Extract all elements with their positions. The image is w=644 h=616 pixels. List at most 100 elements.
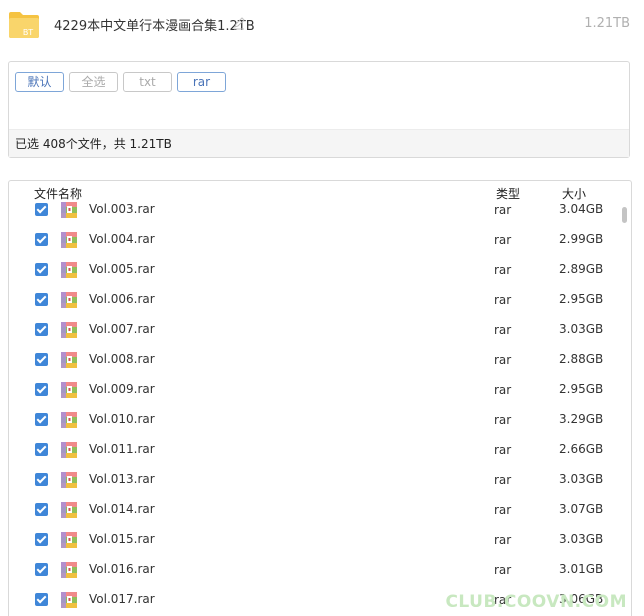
file-size: 3.01GB bbox=[559, 562, 604, 576]
rar-file-icon bbox=[61, 502, 77, 518]
rar-file-icon bbox=[61, 232, 77, 248]
file-type: rar bbox=[494, 443, 512, 457]
file-size: 3.03GB bbox=[559, 532, 604, 546]
file-name: Vol.013.rar bbox=[89, 472, 155, 486]
rar-file-icon bbox=[61, 262, 77, 278]
scrollbar-thumb[interactable] bbox=[622, 207, 627, 223]
file-name: Vol.007.rar bbox=[89, 322, 155, 336]
total-size: 1.21TB bbox=[584, 16, 630, 31]
file-type: rar bbox=[494, 413, 512, 427]
file-type: rar bbox=[494, 473, 512, 487]
file-row[interactable]: Vol.004.rar rar 2.99GB bbox=[9, 225, 631, 255]
file-name: Vol.005.rar bbox=[89, 262, 155, 276]
torrent-header: BT 4229本中文单行本漫画合集1.2TB 1.21TB bbox=[0, 0, 644, 50]
rar-file-icon bbox=[61, 562, 77, 578]
rar-file-icon bbox=[61, 472, 77, 488]
file-checkbox[interactable] bbox=[35, 293, 48, 306]
file-checkbox[interactable] bbox=[35, 443, 48, 456]
file-name: Vol.015.rar bbox=[89, 532, 155, 546]
file-checkbox[interactable] bbox=[35, 233, 48, 246]
file-size: 2.95GB bbox=[559, 292, 604, 306]
rar-file-icon bbox=[61, 532, 77, 548]
file-type: rar bbox=[494, 383, 512, 397]
file-row[interactable]: Vol.011.rar rar 2.66GB bbox=[9, 435, 631, 465]
file-checkbox[interactable] bbox=[35, 203, 48, 216]
file-row[interactable]: Vol.005.rar rar 2.89GB bbox=[9, 255, 631, 285]
file-name: Vol.011.rar bbox=[89, 442, 155, 456]
file-checkbox[interactable] bbox=[35, 323, 48, 336]
file-type: rar bbox=[494, 263, 512, 277]
file-list-panel: Vol.003.rar rar 3.04GB Vol.004.rar rar 2.99GB… bbox=[8, 180, 632, 616]
file-name: Vol.017.rar bbox=[89, 592, 155, 606]
file-size: 3.03GB bbox=[559, 472, 604, 486]
file-checkbox[interactable] bbox=[35, 533, 48, 546]
file-size: 3.04GB bbox=[559, 202, 604, 216]
folder-badge-text: BT bbox=[23, 28, 33, 37]
selection-status: 已选 408个文件，共 1.21TB bbox=[9, 129, 629, 157]
file-checkbox[interactable] bbox=[35, 353, 48, 366]
rar-file-icon bbox=[61, 202, 77, 218]
file-type: rar bbox=[494, 563, 512, 577]
file-name: Vol.008.rar bbox=[89, 352, 155, 366]
file-size: 2.95GB bbox=[559, 382, 604, 396]
rar-file-icon bbox=[61, 322, 77, 338]
file-row[interactable]: Vol.008.rar rar 2.88GB bbox=[9, 345, 631, 375]
file-name: Vol.010.rar bbox=[89, 412, 155, 426]
file-name: Vol.009.rar bbox=[89, 382, 155, 396]
column-header-type[interactable]: 类型 bbox=[496, 185, 520, 202]
rar-file-icon bbox=[61, 352, 77, 368]
file-checkbox[interactable] bbox=[35, 563, 48, 576]
rar-file-icon bbox=[61, 292, 77, 308]
file-name: Vol.014.rar bbox=[89, 502, 155, 516]
file-type: rar bbox=[494, 203, 512, 217]
file-size: 3.03GB bbox=[559, 322, 604, 336]
file-name: Vol.003.rar bbox=[89, 202, 155, 216]
file-row[interactable]: Vol.007.rar rar 3.03GB bbox=[9, 315, 631, 345]
file-row[interactable]: Vol.014.rar rar 3.07GB bbox=[9, 495, 631, 525]
rar-file-icon bbox=[61, 442, 77, 458]
edit-icon[interactable] bbox=[233, 16, 245, 30]
filter-panel: 默认 全选 txt rar 已选 408个文件，共 1.21TB bbox=[8, 61, 630, 158]
file-size: 2.88GB bbox=[559, 352, 604, 366]
rar-file-icon bbox=[61, 412, 77, 428]
file-name: Vol.006.rar bbox=[89, 292, 155, 306]
file-row[interactable]: Vol.010.rar rar 3.29GB bbox=[9, 405, 631, 435]
file-list: Vol.003.rar rar 3.04GB Vol.004.rar rar 2.99GB… bbox=[9, 195, 631, 615]
bt-folder-icon: BT bbox=[9, 12, 39, 38]
file-checkbox[interactable] bbox=[35, 263, 48, 276]
file-name: Vol.004.rar bbox=[89, 232, 155, 246]
file-size: 3.29GB bbox=[559, 412, 604, 426]
file-checkbox[interactable] bbox=[35, 473, 48, 486]
file-type: rar bbox=[494, 533, 512, 547]
file-size: 2.89GB bbox=[559, 262, 604, 276]
filter-select-all-button[interactable]: 全选 bbox=[69, 72, 118, 92]
file-checkbox[interactable] bbox=[35, 503, 48, 516]
watermark: CLUB.COOVN.COM bbox=[445, 592, 627, 612]
file-type: rar bbox=[494, 353, 512, 367]
file-checkbox[interactable] bbox=[35, 413, 48, 426]
file-size: 2.99GB bbox=[559, 232, 604, 246]
file-type: rar bbox=[494, 503, 512, 517]
filter-txt-button[interactable]: txt bbox=[123, 72, 172, 92]
file-row[interactable]: Vol.009.rar rar 2.95GB bbox=[9, 375, 631, 405]
file-row[interactable]: Vol.013.rar rar 3.03GB bbox=[9, 465, 631, 495]
file-checkbox[interactable] bbox=[35, 383, 48, 396]
file-row[interactable]: Vol.015.rar rar 3.03GB bbox=[9, 525, 631, 555]
rar-file-icon bbox=[61, 382, 77, 398]
column-header-name[interactable]: 文件名称 bbox=[34, 185, 82, 202]
file-size: 2.66GB bbox=[559, 442, 604, 456]
column-header-size[interactable]: 大小 bbox=[562, 185, 586, 202]
filter-rar-button[interactable]: rar bbox=[177, 72, 226, 92]
filter-default-button[interactable]: 默认 bbox=[15, 72, 64, 92]
file-row[interactable]: Vol.006.rar rar 2.95GB bbox=[9, 285, 631, 315]
file-type: rar bbox=[494, 323, 512, 337]
file-type: rar bbox=[494, 293, 512, 307]
file-checkbox[interactable] bbox=[35, 593, 48, 606]
file-size: 3.07GB bbox=[559, 502, 604, 516]
file-row[interactable]: Vol.016.rar rar 3.01GB bbox=[9, 555, 631, 585]
page-title: 4229本中文单行本漫画合集1.2TB bbox=[54, 19, 255, 34]
file-type: rar bbox=[494, 233, 512, 247]
file-row[interactable]: Vol.003.rar rar 3.04GB bbox=[9, 195, 631, 225]
file-name: Vol.016.rar bbox=[89, 562, 155, 576]
rar-file-icon bbox=[61, 592, 77, 608]
